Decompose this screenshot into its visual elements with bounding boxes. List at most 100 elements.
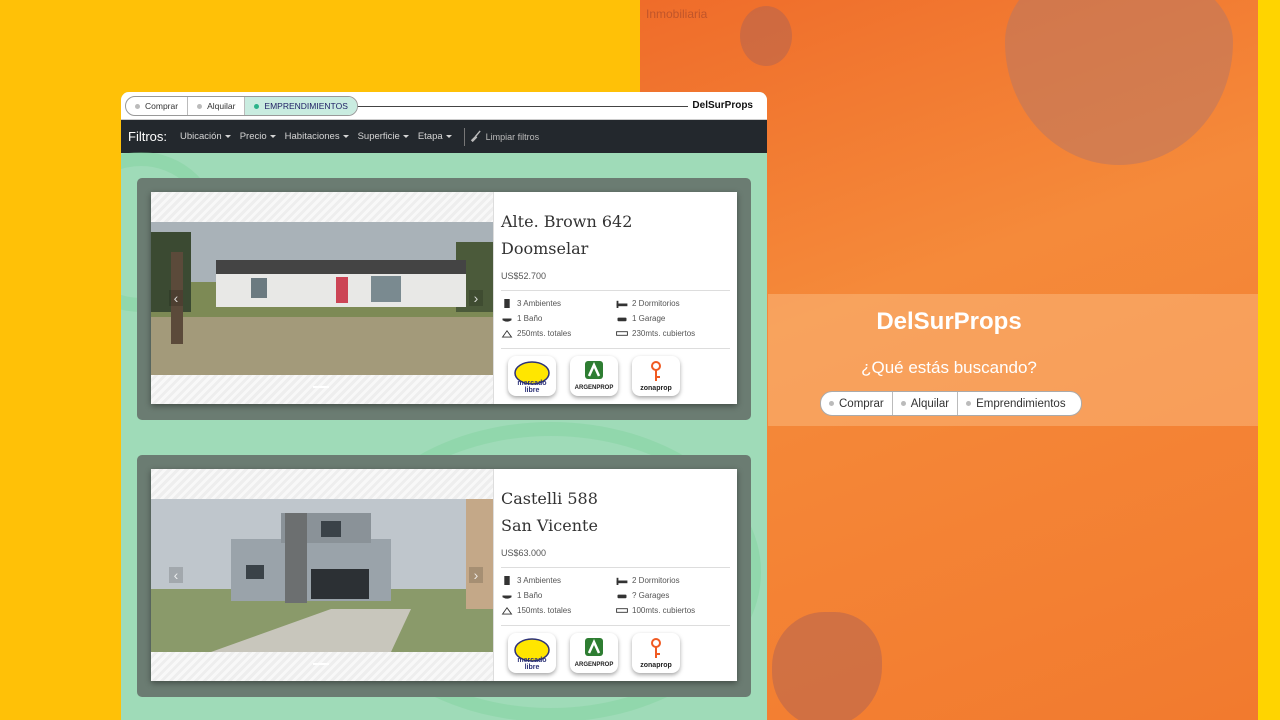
listing-city: Doomselar	[501, 239, 589, 258]
chevron-left-icon[interactable]: ‹	[169, 290, 183, 306]
divider	[501, 290, 730, 291]
divider	[463, 127, 465, 146]
top-tab-group: Comprar Alquilar EMPRENDIMIENTOS	[125, 96, 358, 116]
feature-label: 250mts. totales	[517, 329, 572, 338]
dot-icon	[829, 401, 834, 406]
decor-blob	[1005, 0, 1233, 165]
photo-carousel: ‹ ›	[151, 192, 493, 404]
broom-icon	[470, 130, 481, 143]
svg-text:ARGENPROP: ARGENPROP	[575, 385, 614, 391]
clear-filters-label: Limpiar filtros	[485, 131, 540, 142]
listing-address: Castelli 588 San Vicente	[501, 485, 730, 539]
brand-logo[interactable]: DelSurProps	[688, 100, 753, 111]
feature-garage: 1 Garage	[616, 313, 731, 324]
argenprop-link[interactable]: ARGENPROP	[570, 633, 618, 673]
feature-label: 100mts. cubiertos	[632, 606, 696, 615]
mercadolibre-icon: mercadolibre	[514, 638, 550, 670]
filter-bar: Filtros: Ubicación Precio Habitaciones S…	[121, 120, 767, 153]
hero-tab-comprar[interactable]: Comprar	[821, 392, 893, 415]
property-photo[interactable]: ‹ ›	[151, 222, 493, 375]
feature-label: 1 Baño	[517, 314, 543, 323]
bed-icon	[616, 300, 628, 308]
feature-label: ? Garages	[632, 591, 670, 600]
hero-band: DelSurProps ¿Qué estás buscando? Comprar…	[768, 294, 1258, 426]
feature-grid: 3 Ambientes 2 Dormitorios 1 Baño 1 Garag…	[501, 298, 730, 339]
tab-emprendimientos[interactable]: EMPRENDIMIENTOS	[245, 97, 357, 115]
hero-tab-emprendimientos[interactable]: Emprendimientos	[958, 392, 1073, 415]
mercadolibre-link[interactable]: mercado libre	[508, 356, 556, 396]
mercadolibre-link[interactable]: mercado libre	[508, 633, 556, 673]
feature-total-area: 150mts. totales	[501, 605, 616, 616]
portal-links: mercado libre ARGENPROP zonaprop	[508, 633, 730, 673]
feature-label: 1 Baño	[517, 591, 543, 600]
dot-icon	[966, 401, 972, 406]
zonaprop-icon: zonaprop	[640, 638, 672, 669]
hero-tab-group: Comprar Alquilar Emprendimientos	[820, 391, 1082, 416]
filter-precio[interactable]: Precio	[240, 131, 276, 142]
tab-comprar[interactable]: Comprar	[126, 97, 189, 115]
feature-label: 3 Ambientes	[517, 576, 562, 585]
dot-icon	[254, 103, 260, 109]
clear-filters-button[interactable]: Limpiar filtros	[469, 130, 540, 143]
tab-label: Comprar	[145, 101, 179, 111]
property-photo[interactable]: ‹ ›	[151, 499, 493, 652]
portal-links: mercado libre ARGENPROP zonaprop	[508, 356, 730, 396]
carousel-indicator[interactable]	[313, 386, 329, 388]
door-icon	[504, 299, 510, 308]
filter-superficie[interactable]: Superficie	[358, 131, 409, 142]
edge-strip	[1258, 0, 1280, 720]
svg-text:libre: libre	[525, 664, 540, 670]
chevron-right-icon[interactable]: ›	[469, 290, 483, 306]
window-top-bar: Comprar Alquilar EMPRENDIMIENTOS DelSurP…	[121, 92, 767, 120]
bed-icon	[616, 577, 628, 585]
feature-covered-area: 100mts. cubiertos	[616, 605, 731, 616]
filter-etapa[interactable]: Etapa	[418, 131, 452, 142]
feature-dormitorios: 2 Dormitorios	[616, 575, 731, 586]
dot-icon	[197, 103, 203, 109]
svg-text:zonaprop: zonaprop	[640, 662, 672, 669]
zonaprop-link[interactable]: zonaprop	[632, 633, 680, 673]
dot-icon	[900, 401, 906, 406]
listing-info: Castelli 588 San Vicente US$63.000 3 Amb…	[493, 469, 737, 681]
listing-card-frame: ‹ › Castelli 588 San Vicente US$63.000 3…	[137, 455, 751, 697]
svg-text:mercado: mercado	[517, 657, 546, 664]
carousel-indicator[interactable]	[313, 663, 329, 665]
svg-text:zonaprop: zonaprop	[640, 385, 672, 392]
argenprop-link[interactable]: ARGENPROP	[570, 356, 618, 396]
svg-text:mercado: mercado	[517, 380, 546, 387]
svg-text:libre: libre	[525, 387, 540, 393]
feature-label: 2 Dormitorios	[632, 299, 680, 308]
filters-label: Filtros:	[128, 129, 167, 144]
feature-banos: 1 Baño	[501, 590, 616, 601]
hero-tab-alquilar[interactable]: Alquilar	[893, 392, 959, 415]
filter-ubicacion[interactable]: Ubicación	[180, 131, 231, 142]
listing-price: US$52.700	[501, 271, 547, 281]
listing-card[interactable]: ‹ › Castelli 588 San Vicente US$63.000 3…	[151, 469, 737, 681]
svg-text:ARGENPROP: ARGENPROP	[575, 662, 614, 668]
chevron-right-icon[interactable]: ›	[469, 567, 483, 583]
argenprop-icon: ARGENPROP	[575, 361, 614, 391]
feature-ambientes: 3 Ambientes	[501, 575, 616, 586]
divider	[501, 348, 730, 349]
hero-tab-label: Comprar	[839, 397, 884, 410]
feature-label: 2 Dormitorios	[632, 576, 680, 585]
filter-habitaciones[interactable]: Habitaciones	[285, 131, 349, 142]
listing-address: Alte. Brown 642 Doomselar	[501, 208, 730, 262]
inmobiliaria-label: Inmobiliaria	[646, 7, 708, 21]
feature-covered-area: 230mts. cubiertos	[616, 328, 731, 339]
listing-card[interactable]: ‹ › Alte. Brown 642 Doomselar US$52.700 …	[151, 192, 737, 404]
chevron-left-icon[interactable]: ‹	[169, 567, 183, 583]
feature-label: 3 Ambientes	[517, 299, 562, 308]
hero-tab-label: Alquilar	[910, 397, 950, 410]
tab-alquilar[interactable]: Alquilar	[188, 97, 246, 115]
divider	[501, 567, 730, 568]
listing-card-frame: ‹ › Alte. Brown 642 Doomselar US$52.700 …	[137, 178, 751, 420]
photo-carousel: ‹ ›	[151, 469, 493, 681]
zonaprop-link[interactable]: zonaprop	[632, 356, 680, 396]
decor-blob	[740, 6, 792, 66]
ruler-icon	[616, 331, 628, 336]
bath-icon	[502, 595, 512, 599]
divider	[501, 625, 730, 626]
bath-icon	[502, 318, 512, 322]
listing-price: US$63.000	[501, 548, 547, 558]
